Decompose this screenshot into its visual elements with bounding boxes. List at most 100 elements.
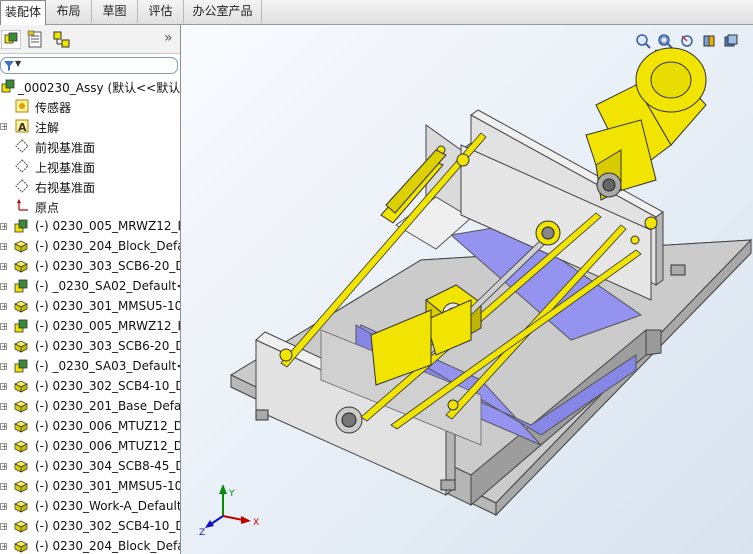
expand-toggle-icon[interactable]: + [0, 503, 8, 511]
expand-toggle-icon[interactable]: + [0, 283, 8, 291]
expand-toggle-icon[interactable]: + [0, 263, 8, 271]
tree-item[interactable]: + (-) _0230_SA02_Default<1 [0, 277, 180, 297]
plane-icon [14, 138, 30, 154]
subassembly-icon [13, 218, 29, 234]
tree-item-label: (-) _0230_SA03_Default<1 [35, 359, 181, 373]
axis-triad: Y X Z [199, 484, 259, 538]
expand-toggle-icon[interactable]: + [0, 383, 8, 391]
tree-item[interactable]: + (-) 0230_201_Base_Defau [0, 397, 180, 417]
expand-toggle-icon[interactable]: + [0, 363, 8, 371]
tree-item[interactable]: + (-) 0230_303_SCB6-20_De [0, 337, 180, 357]
assembly-model[interactable] [181, 25, 753, 554]
x-axis [222, 515, 244, 521]
tree-item-label: (-) _0230_SA02_Default<1 [35, 279, 181, 293]
tree-item-label: _000230_Assy (默认<<默认> [18, 81, 181, 95]
filter-icon [4, 61, 14, 71]
subassembly-icon [13, 358, 29, 374]
tree-item-label: 右视基准面 [35, 181, 96, 195]
part-icon [13, 518, 29, 534]
part-icon [13, 418, 29, 434]
expand-toggle-icon[interactable]: + [0, 323, 8, 331]
annotation-icon: A [14, 118, 30, 134]
tree-item[interactable]: + (-) 0230_302_SCB4-10_De [0, 377, 180, 397]
tree-item-label: 原点 [35, 201, 60, 215]
origin-icon [14, 198, 30, 214]
assembly-icon [0, 78, 16, 94]
tree-item[interactable]: + (-) 0230_204_Block_Defau [0, 237, 180, 257]
collapse-panel-button[interactable]: » [164, 30, 173, 46]
tab-2[interactable]: 草图 [92, 0, 138, 23]
expand-toggle-icon[interactable]: + [0, 543, 8, 551]
tab-0[interactable]: 装配体 [0, 0, 46, 25]
tree-item-label: (-) 0230_302_SCB4-10_De [35, 519, 181, 533]
tree-item[interactable]: + (-) 0230_301_MMSU5-10_ [0, 297, 180, 317]
tree-item[interactable]: + (-) 0230_006_MTUZ12_De [0, 417, 180, 437]
part-icon [13, 398, 29, 414]
part-icon [13, 478, 29, 494]
tree-item-label: (-) 0230_204_Block_Defau [35, 539, 181, 553]
tree-item[interactable]: + (-) 0230_303_SCB6-20_De [0, 257, 180, 277]
tree-item-label: (-) 0230_204_Block_Defau [35, 239, 181, 253]
tree-item[interactable]: + (-) 0230_005_MRWZ12_D [0, 217, 180, 237]
tree-item[interactable]: + (-) 0230_204_Block_Defau [0, 537, 180, 554]
feature-manager-tab-icon[interactable] [0, 29, 22, 50]
expand-toggle-icon[interactable]: + [0, 423, 8, 431]
property-manager-tab-icon[interactable] [25, 30, 45, 49]
part-icon [13, 538, 29, 554]
part-icon [13, 498, 29, 514]
expand-toggle-icon[interactable]: + [0, 123, 8, 131]
expand-toggle-icon[interactable]: + [0, 223, 8, 231]
motor [585, 47, 707, 201]
tree-item-label: 传感器 [35, 101, 72, 115]
z-axis [210, 515, 224, 525]
tree-item[interactable]: + (-) 0230_304_SCB8-45_De [0, 457, 180, 477]
expand-toggle-icon[interactable]: + [0, 243, 8, 251]
command-manager-tabs: 装配体 布局 草图 评估 办公室产品 [0, 0, 753, 25]
tree-item-label: 注解 [35, 121, 60, 135]
subassembly-icon [13, 318, 29, 334]
tree-item-label: 前视基准面 [35, 141, 96, 155]
x-axis-label: X [253, 518, 259, 528]
expand-toggle-icon[interactable]: + [0, 343, 8, 351]
tree-item[interactable]: 原点 [0, 197, 180, 217]
expand-toggle-icon[interactable]: + [0, 403, 8, 411]
tree-item[interactable]: _000230_Assy (默认<<默认> [0, 77, 180, 97]
tree-item-label: (-) 0230_201_Base_Defau [35, 399, 181, 413]
tree-item-label: (-) 0230_303_SCB6-20_De [35, 339, 181, 353]
expand-toggle-icon[interactable]: + [0, 463, 8, 471]
z-axis-label: Z [199, 528, 205, 538]
tree-item[interactable]: + (-) _0230_SA03_Default<1 [0, 357, 180, 377]
tree-item-label: (-) 0230_005_MRWZ12_D [35, 219, 181, 233]
tree-item[interactable]: + (-) 0230_Work-A_Default [0, 497, 180, 517]
part-icon [13, 378, 29, 394]
tree-item-label: (-) 0230_006_MTUZ12_De [35, 419, 181, 433]
tree-item-label: (-) 0230_Work-A_Default [35, 499, 181, 513]
expand-toggle-icon[interactable]: + [0, 303, 8, 311]
tree-item[interactable]: 前视基准面 [0, 137, 180, 157]
tab-4[interactable]: 办公室产品 [184, 0, 262, 23]
graphics-area[interactable]: Y X Z [181, 25, 753, 554]
part-icon [13, 338, 29, 354]
tree-item[interactable]: + (-) 0230_006_MTUZ12_De [0, 437, 180, 457]
part-icon [13, 298, 29, 314]
plane-icon [14, 178, 30, 194]
tree-item[interactable]: + (-) 0230_005_MRWZ12_D [0, 317, 180, 337]
tree-item[interactable]: + (-) 0230_302_SCB4-10_De [0, 517, 180, 537]
tab-1[interactable]: 布局 [46, 0, 92, 23]
tree-item[interactable]: 传感器 [0, 97, 180, 117]
part-icon [13, 438, 29, 454]
tree-item-label: (-) 0230_301_MMSU5-10_ [35, 299, 181, 313]
tree-item[interactable]: + A 注解 [0, 117, 180, 137]
tree-filter[interactable]: ▼ [0, 57, 178, 74]
configuration-manager-tab-icon[interactable] [52, 30, 72, 49]
tree-item[interactable]: + (-) 0230_301_MMSU5-10_ [0, 477, 180, 497]
expand-toggle-icon[interactable]: + [0, 443, 8, 451]
expand-toggle-icon[interactable]: + [0, 523, 8, 531]
part-icon [13, 458, 29, 474]
filter-dropdown-arrow[interactable]: ▼ [15, 59, 21, 68]
tree-item[interactable]: 上视基准面 [0, 157, 180, 177]
tree-item[interactable]: 右视基准面 [0, 177, 180, 197]
tab-3[interactable]: 评估 [138, 0, 184, 23]
tree-item-label: (-) 0230_303_SCB6-20_De [35, 259, 181, 273]
expand-toggle-icon[interactable]: + [0, 483, 8, 491]
